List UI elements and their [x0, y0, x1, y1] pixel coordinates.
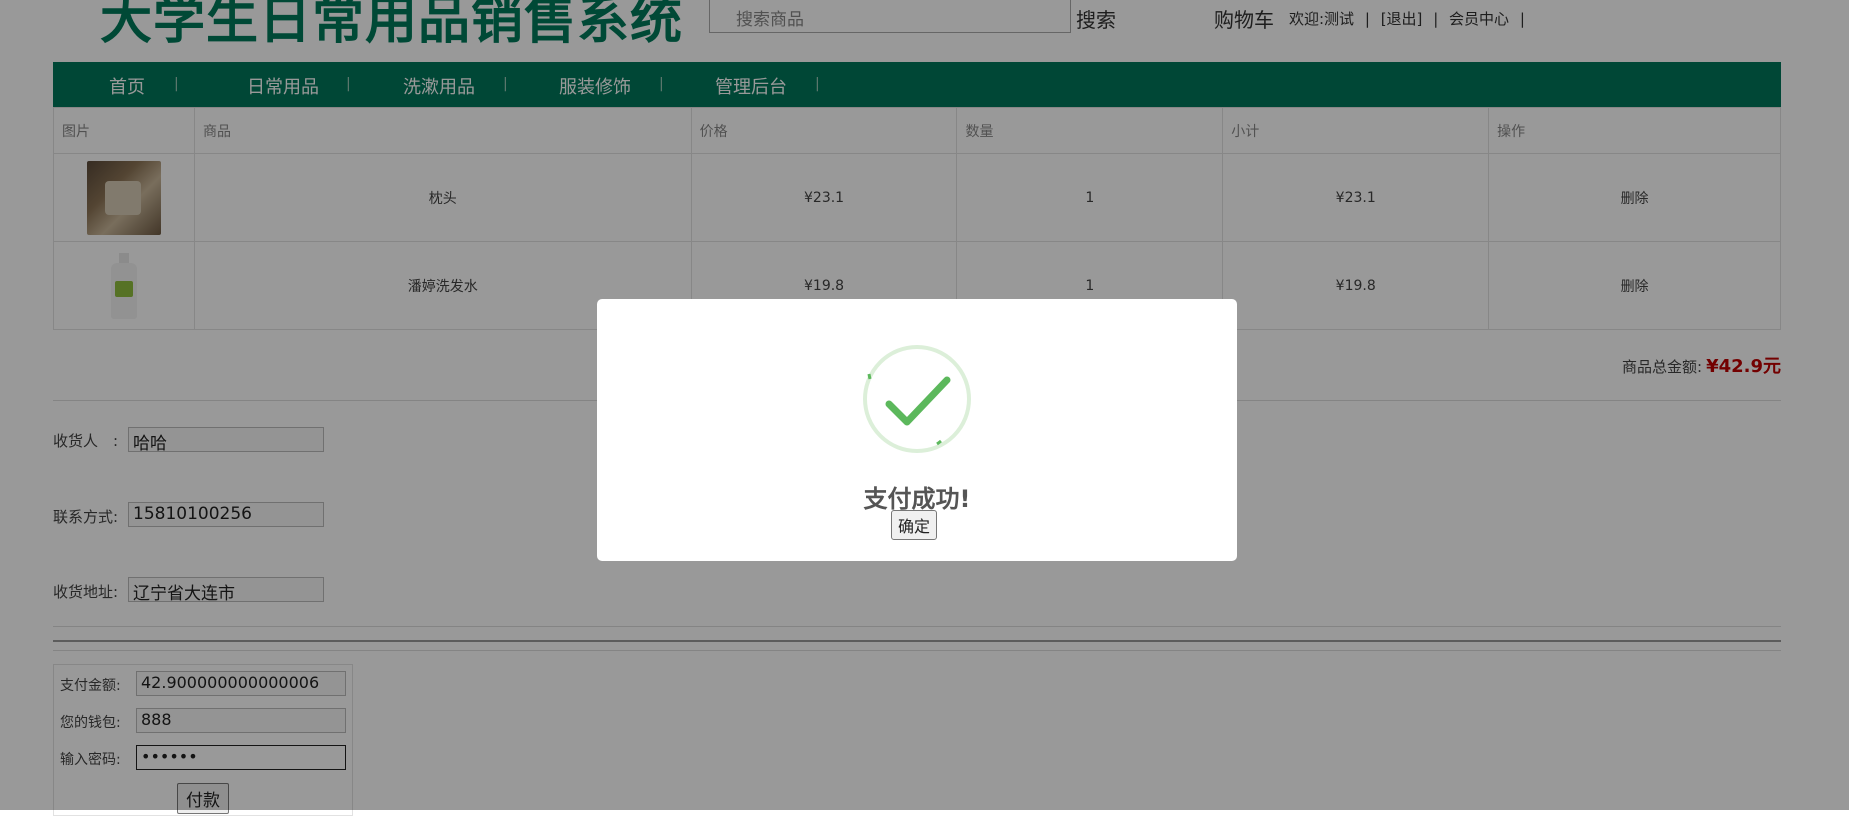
page: 大学生日常用品销售系统 搜索商品 搜索 购物车 欢迎:测试 | [退出] | 会…	[0, 0, 1849, 816]
dialog-title: 支付成功!	[863, 485, 971, 513]
confirm-button[interactable]: 确定	[891, 510, 938, 540]
success-check-icon	[863, 345, 971, 453]
payment-success-dialog: 支付成功! 确定	[597, 299, 1237, 561]
